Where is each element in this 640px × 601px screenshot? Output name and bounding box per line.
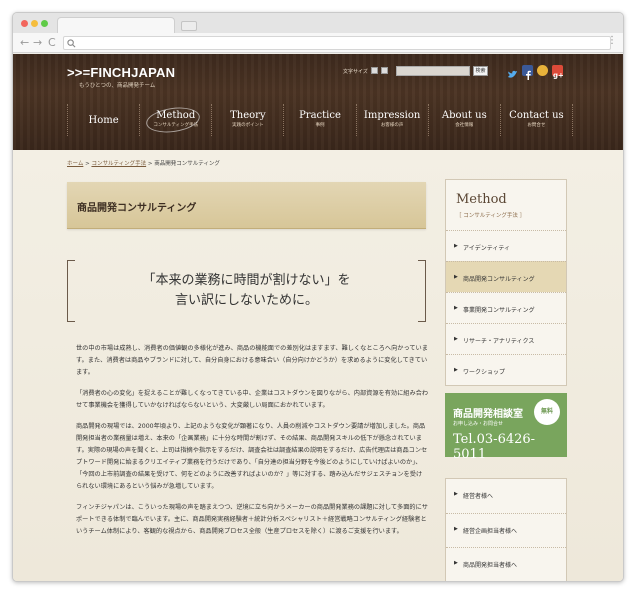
sidebar-item-label: アイデンティティ bbox=[463, 245, 510, 252]
arrow-icon: ▶ bbox=[454, 491, 458, 497]
paragraph: フィンチジャパンは、こういった現場の声を踏まえつつ、逆境に立ち向かうメーカーの商… bbox=[76, 504, 428, 535]
consult-title: 商品開発相談室 bbox=[453, 409, 523, 420]
sidebar-method-menu: Method ［ コンサルティング手法 ］ ▶ アイデンティティ ▶ 商品開発コ… bbox=[445, 179, 567, 386]
search-button[interactable]: 検索 bbox=[473, 66, 488, 76]
breadcrumb: ホーム > コンサルティング手法 > 商品開発コンサルティング bbox=[67, 159, 220, 167]
search-input[interactable] bbox=[396, 66, 470, 76]
nav-label: About us bbox=[441, 110, 487, 121]
paragraph: 世の中の市場は成熟し、消費者の価値観の多様化が進み、商品の機能面での差別化はます… bbox=[76, 345, 428, 376]
browser-tab[interactable] bbox=[57, 17, 175, 33]
sidebar-item-label: ワークショップ bbox=[463, 369, 506, 376]
sidebar-subtitle: ［ コンサルティング手法 ］ bbox=[456, 213, 526, 219]
google-plus-icon[interactable]: g+ bbox=[552, 65, 564, 80]
breadcrumb-home-link[interactable]: ホーム bbox=[67, 161, 83, 167]
nav-home[interactable]: Home bbox=[68, 104, 141, 136]
share-icon[interactable] bbox=[537, 65, 548, 76]
font-small-button[interactable] bbox=[371, 67, 378, 74]
site-logo[interactable]: >>=FINCHJAPAN bbox=[67, 65, 175, 80]
sidebar-item-identity[interactable]: ▶ アイデンティティ bbox=[446, 230, 566, 261]
back-button[interactable]: ← bbox=[20, 36, 29, 50]
nav-about-us[interactable]: About us 会社情報 bbox=[429, 104, 501, 136]
maximize-window-button[interactable] bbox=[41, 20, 48, 27]
arrow-icon: ▶ bbox=[454, 336, 458, 342]
sidebar-item-label: リサーチ・アナリティクス bbox=[463, 338, 535, 345]
lead-quote-line: 言い訳にしないために。 bbox=[174, 293, 318, 308]
facebook-icon[interactable] bbox=[522, 65, 533, 80]
font-size-label: 文字サイズ bbox=[343, 69, 368, 75]
browser-tab-bar bbox=[13, 13, 623, 33]
sidebar-heading: Method ［ コンサルティング手法 ］ bbox=[446, 180, 566, 230]
arrow-icon: ▶ bbox=[454, 305, 458, 311]
nav-sublabel: お客様の声 bbox=[380, 123, 404, 128]
free-badge: 無料 bbox=[534, 399, 560, 425]
sidebar-link-label: 経営企画担当者様へ bbox=[463, 528, 518, 535]
sidebar-item-business-consulting[interactable]: ▶ 事業開発コンサルティング bbox=[446, 292, 566, 323]
breadcrumb-current: 商品開発コンサルティング bbox=[154, 161, 220, 167]
search-icon bbox=[67, 39, 76, 48]
nav-label: Theory bbox=[230, 110, 266, 121]
sidebar-link-product-dev[interactable]: ▶ 商品開発担当者様へ bbox=[446, 547, 566, 581]
sidebar-item-research[interactable]: ▶ リサーチ・アナリティクス bbox=[446, 323, 566, 354]
page-title: 商品開発コンサルティング bbox=[77, 203, 197, 214]
paragraph: 「消費者の心の変化」を捉えることが難しくなってきている中、企業はコストダウンを図… bbox=[76, 390, 429, 409]
nav-label: Impression bbox=[363, 110, 421, 121]
sidebar-link-label: 経営者様へ bbox=[463, 493, 494, 500]
breadcrumb-method-link[interactable]: コンサルティング手法 bbox=[91, 161, 146, 167]
arrow-icon: ▶ bbox=[454, 274, 458, 280]
browser-window: ← → C ⋮ >>=FINCHJAPAN もうひとつの、商品開発チーム 文字サ… bbox=[12, 12, 624, 582]
nav-sublabel: コンサルティング手法 bbox=[153, 123, 199, 128]
global-nav: Home Method コンサルティング手法 Theory 実践のポイント Pr… bbox=[67, 104, 573, 136]
consultation-banner[interactable]: 商品開発相談室 お申し込み・お問合せ Tel.03-6426-5011 無料 bbox=[445, 393, 567, 462]
arrow-icon: ▶ bbox=[454, 243, 458, 249]
nav-label: Method bbox=[156, 110, 196, 121]
arrow-icon: ▶ bbox=[454, 367, 458, 373]
article-body: 世の中の市場は成熟し、消費者の価値観の多様化が進み、商品の機能面での差別化はます… bbox=[76, 343, 428, 547]
nav-sublabel: 会社情報 bbox=[455, 123, 474, 128]
page-content: ホーム > コンサルティング手法 > 商品開発コンサルティング 商品開発コンサル… bbox=[13, 150, 623, 581]
reload-button[interactable]: C bbox=[48, 36, 56, 50]
nav-sublabel: 事例 bbox=[315, 123, 325, 128]
browser-toolbar: ← → C ⋮ bbox=[13, 33, 623, 53]
lead-quote: 「本来の業務に時間が割けない」を 言い訳にしないために。 bbox=[67, 260, 426, 322]
nav-label: Practice bbox=[299, 110, 341, 121]
sidebar-item-label: 商品開発コンサルティング bbox=[463, 276, 535, 283]
forward-button[interactable]: → bbox=[33, 36, 42, 50]
consult-subtitle: お申し込み・お問合せ bbox=[453, 421, 504, 427]
nav-contact-us[interactable]: Contact us お問合せ bbox=[501, 104, 573, 136]
sidebar-link-executives[interactable]: ▶ 経営者様へ bbox=[446, 479, 566, 513]
sidebar-link-label: 商品開発担当者様へ bbox=[463, 562, 518, 569]
twitter-icon[interactable] bbox=[507, 65, 518, 78]
svg-text:g+: g+ bbox=[553, 72, 563, 80]
page-title-banner: 商品開発コンサルティング bbox=[67, 182, 426, 229]
sidebar-title: Method bbox=[456, 192, 507, 207]
nav-label: Home bbox=[88, 115, 119, 126]
consult-phone: Tel.03-6426-5011 bbox=[453, 432, 536, 462]
arrow-icon: ▶ bbox=[454, 560, 458, 566]
minimize-window-button[interactable] bbox=[31, 20, 38, 27]
close-window-button[interactable] bbox=[21, 20, 28, 27]
nav-sublabel: 実践のポイント bbox=[232, 123, 264, 128]
logo-tagline: もうひとつの、商品開発チーム bbox=[79, 83, 156, 89]
nav-label: Contact us bbox=[509, 110, 564, 121]
nav-sublabel: お問合せ bbox=[527, 123, 546, 128]
nav-theory[interactable]: Theory 実践のポイント bbox=[212, 104, 285, 136]
sidebar-item-label: 事業開発コンサルティング bbox=[463, 307, 535, 314]
menu-icon[interactable]: ⋮ bbox=[607, 35, 617, 46]
nav-impression[interactable]: Impression お客様の声 bbox=[357, 104, 429, 136]
sidebar-item-product-consulting[interactable]: ▶ 商品開発コンサルティング bbox=[446, 261, 566, 292]
address-bar[interactable] bbox=[63, 36, 611, 50]
site-header: >>=FINCHJAPAN もうひとつの、商品開発チーム 文字サイズ 検索 g+… bbox=[13, 54, 623, 150]
sidebar-audience-links: ▶ 経営者様へ ▶ 経営企画担当者様へ ▶ 商品開発担当者様へ bbox=[445, 478, 567, 581]
sidebar-link-planning[interactable]: ▶ 経営企画担当者様へ bbox=[446, 513, 566, 547]
font-large-button[interactable] bbox=[381, 67, 388, 74]
nav-practice[interactable]: Practice 事例 bbox=[284, 104, 357, 136]
lead-quote-text: 「本来の業務に時間が割けない」を 言い訳にしないために。 bbox=[67, 271, 426, 311]
arrow-icon: ▶ bbox=[454, 526, 458, 532]
sidebar-item-workshop[interactable]: ▶ ワークショップ bbox=[446, 354, 566, 385]
paragraph: 商品開発の現場では、2000年頃より、上記のような変化が顕著になり、人員の削減や… bbox=[76, 423, 428, 490]
nav-method[interactable]: Method コンサルティング手法 bbox=[140, 104, 213, 136]
lead-quote-line: 「本来の業務に時間が割けない」を bbox=[142, 273, 351, 288]
new-tab-button[interactable] bbox=[181, 21, 197, 31]
